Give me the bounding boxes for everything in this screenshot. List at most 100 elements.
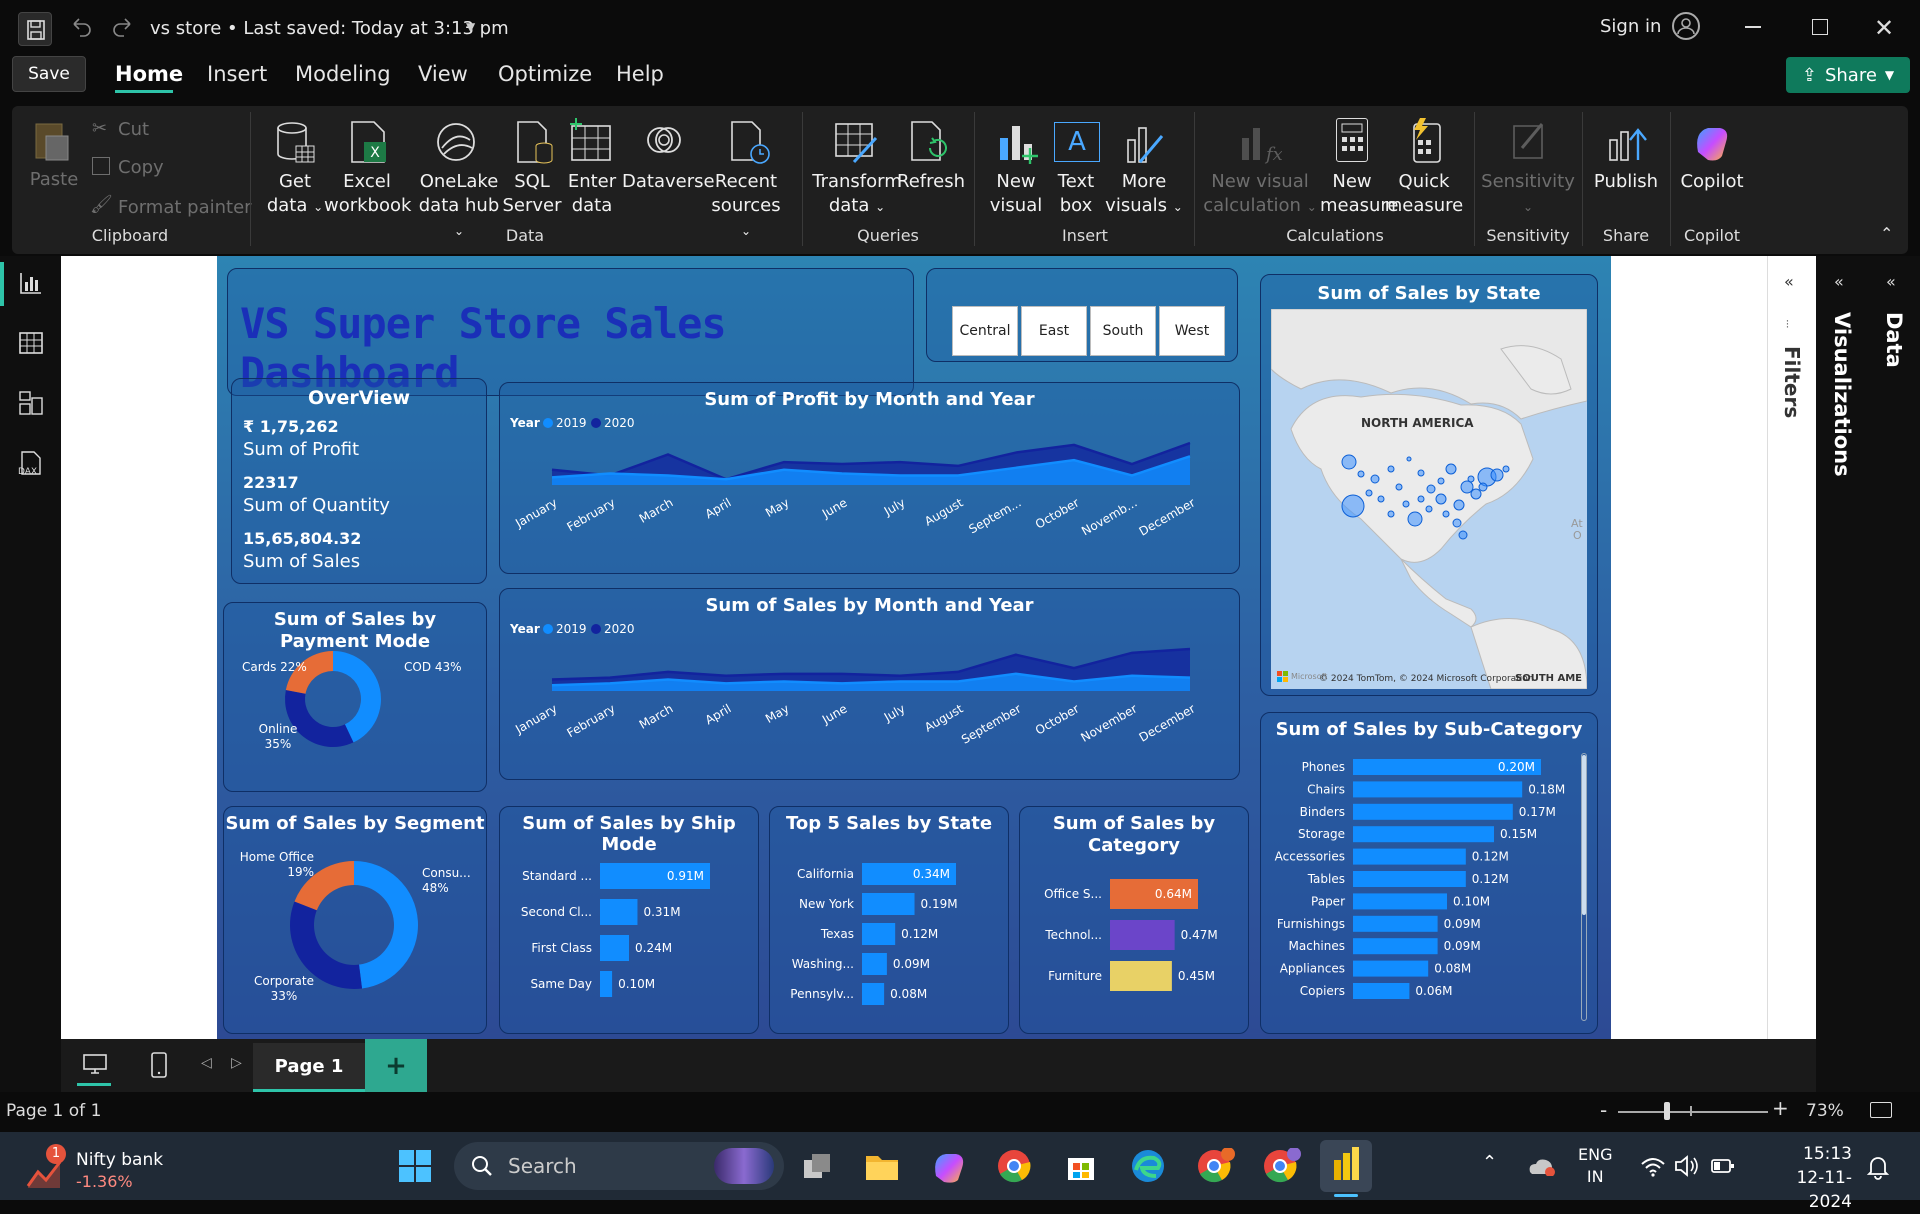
new-measure-button[interactable]: New measure xyxy=(1320,170,1399,218)
copilot-app-icon[interactable] xyxy=(930,1148,966,1184)
zoom-level[interactable]: 73% xyxy=(1806,1101,1844,1121)
new-visual-button[interactable]: New visual xyxy=(986,170,1046,218)
notification-bell-icon[interactable] xyxy=(1866,1154,1890,1180)
maximize-icon[interactable] xyxy=(1812,19,1828,35)
tab-help[interactable]: Help xyxy=(616,62,664,86)
copilot-icon[interactable] xyxy=(1690,120,1734,164)
enter-data-button[interactable]: Enter data xyxy=(562,170,622,218)
transform-data-button[interactable]: Transform data ⌄ xyxy=(812,170,902,219)
next-page-icon[interactable]: ▷ xyxy=(231,1055,242,1071)
clock[interactable]: 15:13 12-11-2024 xyxy=(1760,1142,1852,1214)
segment-chart[interactable]: Sum of Sales by Segment Consu... 48% Corpo… xyxy=(223,806,487,1034)
sql-server-icon[interactable] xyxy=(512,118,558,166)
dax-query-view-icon[interactable]: DAX xyxy=(16,450,44,478)
recent-sources-icon[interactable] xyxy=(726,118,772,166)
database-icon[interactable] xyxy=(272,118,318,166)
taskbar-search[interactable]: Search xyxy=(454,1142,784,1190)
map-area[interactable]: NORTH AMERICA At O Microsoft © 2024 TomT… xyxy=(1271,309,1587,689)
format-painter-button[interactable]: Format painter xyxy=(118,196,252,220)
filters-label[interactable]: Filters xyxy=(1780,346,1804,418)
collapse-ribbon-icon[interactable]: ⌃ xyxy=(1880,224,1893,243)
report-view-icon[interactable] xyxy=(18,270,44,296)
text-box-button[interactable]: Text box xyxy=(1046,170,1106,218)
get-data-button[interactable]: Get data ⌄ xyxy=(262,170,328,219)
refresh-icon[interactable] xyxy=(906,118,952,166)
redo-icon[interactable] xyxy=(110,14,136,40)
publish-button[interactable]: Publish xyxy=(1588,170,1664,194)
sensitivity-icon[interactable] xyxy=(1508,118,1548,164)
windows-start-icon[interactable] xyxy=(398,1149,432,1183)
slicer-item-west[interactable]: West xyxy=(1159,306,1225,356)
save-icon[interactable] xyxy=(18,12,52,46)
paste-button[interactable]: Paste xyxy=(24,168,84,192)
ship-mode-chart[interactable]: Sum of Sales by Ship Mode Standard ... 0.… xyxy=(499,806,759,1034)
page-tab-1[interactable]: Page 1 xyxy=(253,1043,365,1092)
task-view-icon[interactable] xyxy=(800,1150,834,1184)
sub-category-chart[interactable]: Sum of Sales by Sub-Category Phones 0.20M… xyxy=(1260,712,1598,1034)
onedrive-icon[interactable] xyxy=(1526,1154,1556,1176)
tab-view[interactable]: View xyxy=(418,62,468,86)
payment-mode-chart[interactable]: Sum of Sales by Payment Mode COD 43% Onli… xyxy=(223,602,487,792)
desktop-layout-icon[interactable] xyxy=(81,1051,109,1079)
quick-measure-icon[interactable] xyxy=(1406,118,1446,164)
tab-optimize[interactable]: Optimize xyxy=(498,62,592,86)
sensitivity-button[interactable]: Sensitivity ⌄ xyxy=(1478,170,1578,219)
table-view-icon[interactable] xyxy=(18,330,44,356)
sign-in-link[interactable]: Sign in xyxy=(1600,16,1661,37)
user-avatar-icon[interactable] xyxy=(1672,12,1700,40)
new-visual-calculation-button[interactable]: New visual calculation ⌄ xyxy=(1200,170,1320,219)
zoom-slider-thumb[interactable] xyxy=(1664,1102,1670,1120)
excel-workbook-button[interactable]: Excel workbook xyxy=(324,170,411,218)
volume-icon[interactable] xyxy=(1674,1154,1700,1178)
edge-icon[interactable] xyxy=(1130,1148,1166,1184)
transform-data-icon[interactable] xyxy=(832,118,880,166)
cut-button[interactable]: Cut xyxy=(118,118,149,142)
fit-to-page-icon[interactable] xyxy=(1870,1102,1892,1118)
chrome-icon[interactable] xyxy=(996,1148,1032,1184)
zoom-slider-track[interactable] xyxy=(1618,1111,1768,1113)
expand-data-icon[interactable]: « xyxy=(1886,272,1896,291)
expand-visualizations-icon[interactable]: « xyxy=(1834,272,1844,291)
sales-by-month-chart[interactable]: Sum of Sales by Month and Year Year 2019 2… xyxy=(499,588,1240,780)
slicer-item-east[interactable]: East xyxy=(1021,306,1087,356)
expand-filters-icon[interactable]: « xyxy=(1784,272,1794,291)
wifi-icon[interactable] xyxy=(1640,1154,1666,1178)
add-page-button[interactable]: + xyxy=(365,1039,427,1092)
excel-icon[interactable]: X xyxy=(346,118,392,166)
file-explorer-icon[interactable] xyxy=(864,1150,900,1182)
new-visual-calculation-icon[interactable]: fx xyxy=(1236,118,1282,166)
dataverse-icon[interactable] xyxy=(640,118,688,162)
language-indicator[interactable]: ENG IN xyxy=(1578,1144,1612,1188)
battery-icon[interactable] xyxy=(1710,1156,1736,1176)
profit-by-month-chart[interactable]: Sum of Profit by Month and Year Year 2019… xyxy=(499,382,1240,574)
top-states-chart[interactable]: Top 5 Sales by State California 0.34M New … xyxy=(769,806,1009,1034)
slicer-item-central[interactable]: Central xyxy=(952,306,1018,356)
map-card[interactable]: Sum of Sales by State NORTH AMERICA At O… xyxy=(1260,274,1598,696)
tab-home[interactable]: Home xyxy=(115,62,183,86)
onelake-icon[interactable] xyxy=(432,118,480,166)
category-chart[interactable]: Sum of Sales by Category Office S... 0.64… xyxy=(1019,806,1249,1034)
zoom-in-button[interactable]: + xyxy=(1772,1096,1789,1120)
new-visual-icon[interactable] xyxy=(996,118,1042,166)
sql-server-button[interactable]: SQL Server xyxy=(502,170,562,218)
copy-button[interactable]: Copy xyxy=(118,156,164,180)
cut-icon[interactable]: ✂ xyxy=(92,118,107,139)
copy-icon[interactable] xyxy=(92,157,110,175)
format-painter-icon[interactable]: 🖌 xyxy=(90,194,113,215)
dataverse-button[interactable]: Dataverse xyxy=(622,170,715,194)
recent-sources-button[interactable]: Recent sources ⌄ xyxy=(704,170,788,243)
slicer-item-south[interactable]: South xyxy=(1090,306,1156,356)
close-icon[interactable]: ✕ xyxy=(1874,14,1894,42)
chrome-profile-icon[interactable] xyxy=(1196,1148,1236,1184)
copilot-button[interactable]: Copilot xyxy=(1674,170,1750,194)
minimize-icon[interactable] xyxy=(1745,26,1761,28)
new-measure-icon[interactable] xyxy=(1336,118,1368,162)
data-label[interactable]: Data xyxy=(1882,312,1906,368)
refresh-button[interactable]: Refresh xyxy=(896,170,966,194)
scrollbar-thumb[interactable] xyxy=(1582,755,1586,915)
show-hidden-icons[interactable]: ⌃ xyxy=(1482,1152,1497,1173)
more-visuals-icon[interactable] xyxy=(1122,118,1168,166)
quick-measure-button[interactable]: Quick measure xyxy=(1384,170,1464,218)
undo-icon[interactable] xyxy=(68,14,94,40)
chrome-profile-2-icon[interactable] xyxy=(1262,1148,1302,1184)
